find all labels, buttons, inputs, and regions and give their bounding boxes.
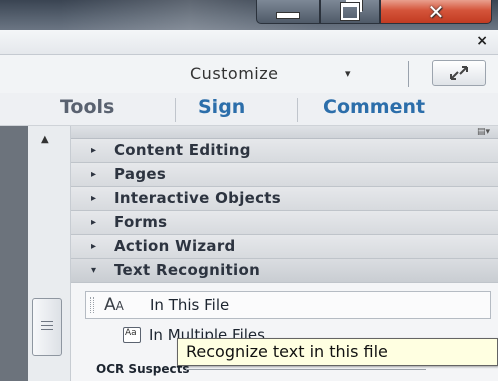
chevron-down-icon: ▾ bbox=[91, 265, 97, 276]
tab-sign[interactable]: Sign bbox=[198, 96, 245, 118]
section-label: Action Wizard bbox=[114, 237, 236, 255]
section-pages[interactable]: ▸ Pages bbox=[71, 163, 498, 187]
maximize-button[interactable] bbox=[320, 0, 380, 24]
close-icon: ✕ bbox=[427, 0, 445, 24]
tool-in-this-file[interactable]: AA In This File bbox=[85, 291, 491, 319]
tab-comment[interactable]: Comment bbox=[323, 96, 425, 118]
ocr-divider bbox=[186, 369, 426, 370]
minimize-button[interactable] bbox=[256, 0, 320, 24]
close-window-button[interactable]: ✕ bbox=[380, 0, 492, 24]
tool-label: In This File bbox=[150, 296, 230, 314]
chevron-right-icon: ▸ bbox=[91, 169, 97, 180]
customize-menu[interactable]: Customize bbox=[190, 64, 278, 83]
panel-options-icon[interactable]: ▤▾ bbox=[477, 127, 490, 137]
chevron-down-icon[interactable]: ▾ bbox=[345, 67, 351, 80]
close-document-button[interactable]: × bbox=[476, 33, 488, 49]
text-recognition-icon: AA bbox=[104, 295, 124, 315]
section-label: Pages bbox=[114, 165, 167, 183]
chevron-right-icon: ▸ bbox=[91, 145, 97, 156]
chevron-right-icon: ▸ bbox=[91, 241, 97, 252]
tooltip: Recognize text in this file bbox=[177, 338, 498, 366]
tooltip-text: Recognize text in this file bbox=[186, 342, 388, 361]
section-label: Interactive Objects bbox=[114, 189, 281, 207]
chevron-right-icon: ▸ bbox=[91, 217, 97, 228]
section-action-wizard[interactable]: ▸ Action Wizard bbox=[71, 235, 498, 259]
section-label: Text Recognition bbox=[114, 261, 261, 279]
scroll-up-arrow-icon[interactable]: ▲ bbox=[41, 134, 49, 145]
panel-header: ▤▾ bbox=[71, 126, 498, 139]
restore-icon bbox=[341, 0, 362, 20]
section-forms[interactable]: ▸ Forms bbox=[71, 211, 498, 235]
section-text-recognition[interactable]: ▾ Text Recognition bbox=[71, 259, 498, 283]
section-content-editing[interactable]: ▸ Content Editing bbox=[71, 139, 498, 163]
multiple-files-icon: Aa bbox=[123, 327, 141, 343]
document-close-bar: × bbox=[0, 30, 498, 55]
window-titlebar: ✕ bbox=[0, 0, 498, 30]
section-interactive-objects[interactable]: ▸ Interactive Objects bbox=[71, 187, 498, 211]
document-area-edge bbox=[0, 126, 28, 381]
vertical-scrollbar[interactable]: ▲ bbox=[28, 126, 71, 381]
tab-divider bbox=[175, 98, 176, 122]
expand-button[interactable] bbox=[432, 60, 486, 86]
grip-icon bbox=[41, 321, 53, 333]
ocr-suspects-label: OCR Suspects bbox=[96, 362, 190, 376]
scroll-thumb[interactable] bbox=[32, 298, 62, 356]
chevron-right-icon: ▸ bbox=[91, 193, 97, 204]
tab-tools[interactable]: Tools bbox=[60, 96, 114, 118]
toolbar-divider bbox=[408, 61, 409, 87]
drag-handle-icon[interactable] bbox=[90, 297, 94, 313]
minimize-icon bbox=[276, 12, 300, 19]
tab-divider bbox=[297, 98, 298, 122]
section-label: Content Editing bbox=[114, 141, 251, 159]
section-label: Forms bbox=[114, 213, 168, 231]
task-tabs: Tools Sign Comment bbox=[0, 93, 498, 126]
expand-icon bbox=[450, 66, 468, 80]
toolbar: Customize ▾ bbox=[0, 55, 498, 94]
